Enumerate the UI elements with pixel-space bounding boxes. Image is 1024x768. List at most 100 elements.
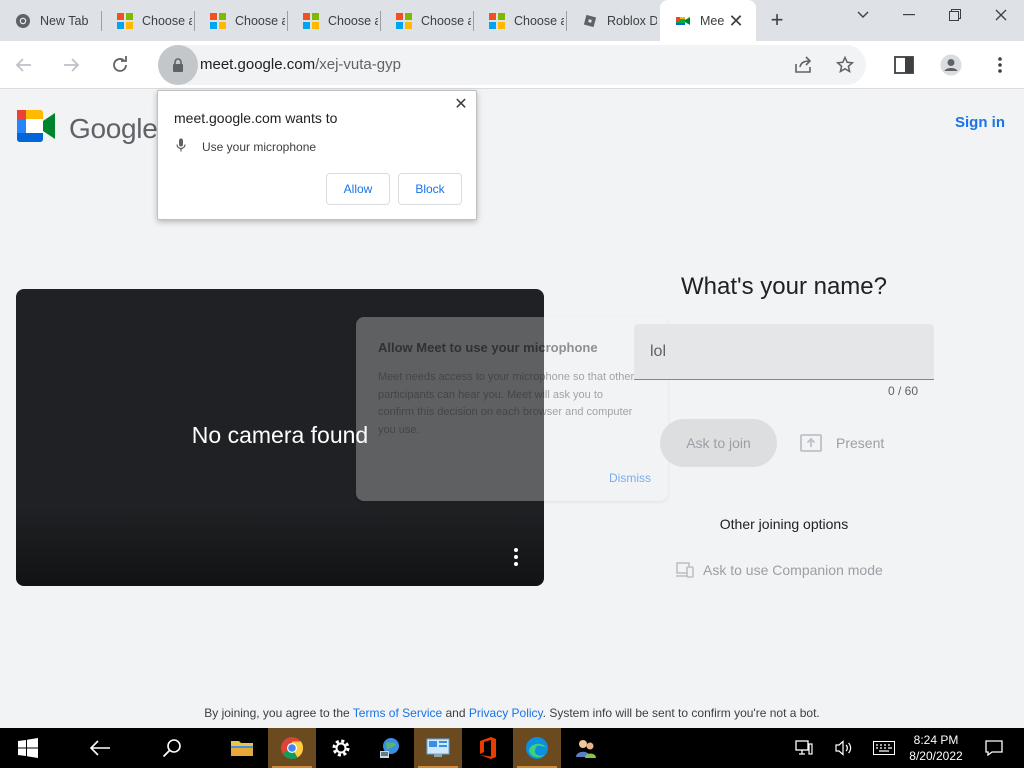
tab-roblox[interactable]: Roblox Du	[567, 0, 660, 41]
microsoft-icon	[396, 12, 412, 29]
present-icon	[800, 434, 822, 452]
tab-label: Choose a	[514, 13, 564, 28]
close-popup-icon[interactable]: ✕	[454, 97, 468, 113]
users-icon[interactable]	[562, 728, 610, 768]
tab-choose-4[interactable]: Choose a	[381, 0, 474, 41]
tab-new-tab[interactable]: New Tab	[0, 0, 102, 41]
google-meet-icon	[675, 13, 691, 29]
file-explorer-icon[interactable]	[218, 728, 266, 768]
name-heading: What's your name?	[680, 273, 887, 300]
name-char-counter: 0 / 60	[887, 384, 918, 398]
side-panel-icon[interactable]	[892, 53, 916, 77]
permission-request-label: Use your microphone	[202, 139, 317, 154]
ask-to-join-button[interactable]: Ask to join	[660, 419, 777, 467]
volume-icon[interactable]	[830, 728, 858, 768]
edge-icon[interactable]	[513, 728, 561, 768]
roblox-icon	[582, 13, 598, 29]
clock-date: 8/20/2022	[909, 749, 963, 763]
lock-icon[interactable]	[158, 45, 198, 85]
companion-mode-button[interactable]: Ask to use Companion mode	[676, 560, 883, 580]
back-button[interactable]	[12, 53, 36, 77]
microphone-help-dialog: Allow Meet to use your microphone Meet n…	[356, 317, 668, 501]
companion-label: Ask to use Companion mode	[703, 562, 883, 578]
url-text[interactable]: meet.google.com/xej-vuta-gyp	[200, 56, 401, 73]
url-host: meet.google.com	[200, 56, 316, 73]
google-wordmark: Google	[69, 112, 158, 144]
present-button[interactable]: Present	[800, 429, 884, 457]
chrome-menu-icon[interactable]	[988, 53, 1012, 77]
chrome-icon	[15, 13, 31, 29]
tab-search-icon[interactable]	[840, 0, 886, 30]
dialog-body: Meet needs access to your microphone so …	[378, 371, 635, 436]
network-icon[interactable]	[790, 728, 818, 768]
tab-choose-3[interactable]: Choose a	[288, 0, 381, 41]
allow-button[interactable]: Allow	[326, 173, 390, 205]
tab-choose-5[interactable]: Choose a	[474, 0, 567, 41]
dismiss-button[interactable]: Dismiss	[609, 471, 651, 485]
tab-label: Choose a	[142, 13, 192, 28]
present-label: Present	[836, 435, 885, 451]
address-bar[interactable]: meet.google.com/xej-vuta-gyp	[158, 45, 866, 85]
tab-label: Choose a	[421, 13, 471, 28]
footer-suffix: . System info will be sent to confirm yo…	[542, 706, 820, 720]
tab-label: Mee	[700, 13, 725, 28]
close-tab-icon[interactable]: ✕	[728, 12, 744, 30]
tab-choose-2[interactable]: Choose a	[195, 0, 288, 41]
new-tab-button[interactable]: +	[764, 9, 790, 33]
legal-footer: By joining, you agree to the Terms of Se…	[0, 706, 1024, 720]
meet-page: Google Sign in No camera found Allow Mee…	[0, 90, 1024, 728]
back-arrow-icon[interactable]	[76, 728, 124, 768]
browser-toolbar: meet.google.com/xej-vuta-gyp	[0, 41, 1024, 89]
microsoft-icon	[489, 12, 505, 29]
control-panel-icon[interactable]	[414, 728, 462, 768]
privacy-link[interactable]: Privacy Policy	[469, 706, 543, 720]
url-path: /xej-vuta-gyp	[315, 56, 401, 73]
chrome-taskbar-icon[interactable]	[268, 728, 316, 768]
tab-google-meet[interactable]: Mee ✕	[660, 0, 756, 41]
network-globe-icon[interactable]	[366, 728, 414, 768]
google-meet-logo[interactable]: Google	[17, 110, 158, 147]
taskbar-clock[interactable]: 8:24 PM 8/20/2022	[900, 732, 972, 764]
office-icon[interactable]	[464, 728, 512, 768]
search-icon[interactable]	[148, 728, 196, 768]
microsoft-icon	[303, 12, 319, 29]
settings-gear-icon[interactable]	[317, 728, 365, 768]
microphone-icon	[176, 138, 186, 155]
minimize-icon[interactable]	[886, 0, 932, 30]
tab-label: Roblox Du	[607, 13, 657, 28]
tab-label: Choose a	[235, 13, 285, 28]
sign-in-link[interactable]: Sign in	[955, 114, 1005, 131]
windows-start-icon[interactable]	[4, 728, 52, 768]
dialog-title: Allow Meet to use your microphone	[378, 340, 598, 355]
forward-button[interactable]	[59, 53, 83, 77]
permission-request: Use your microphone	[176, 138, 316, 155]
permission-popup: meet.google.com wants to ✕ Use your micr…	[157, 90, 477, 220]
companion-devices-icon	[676, 562, 694, 578]
reload-button[interactable]	[108, 53, 132, 77]
restore-icon[interactable]	[932, 0, 978, 30]
touch-keyboard-icon[interactable]	[870, 728, 898, 768]
tab-label: New Tab	[40, 13, 89, 28]
block-button[interactable]: Block	[398, 173, 462, 205]
more-options-icon[interactable]	[508, 545, 524, 569]
google-meet-icon	[17, 110, 55, 147]
tab-label: Choose a	[328, 13, 378, 28]
terms-link[interactable]: Terms of Service	[353, 706, 442, 720]
name-input-value: lol	[650, 343, 667, 360]
name-input[interactable]: lol	[634, 324, 934, 380]
share-icon[interactable]	[792, 53, 816, 77]
footer-and: and	[445, 706, 466, 720]
close-window-icon[interactable]	[978, 0, 1024, 30]
bookmark-star-icon[interactable]	[833, 53, 857, 77]
profile-avatar-icon[interactable]	[939, 53, 963, 77]
notifications-icon[interactable]	[980, 728, 1008, 768]
other-joining-options-heading: Other joining options	[719, 516, 849, 532]
tab-strip: New Tab Choose a Choose a Choose a Choos…	[0, 0, 1024, 41]
footer-prefix: By joining, you agree to the	[204, 706, 350, 720]
windows-taskbar: 8:24 PM 8/20/2022	[0, 728, 1024, 768]
permission-title: meet.google.com wants to	[174, 110, 338, 126]
microsoft-icon	[117, 12, 133, 29]
tab-choose-1[interactable]: Choose a	[102, 0, 195, 41]
clock-time: 8:24 PM	[913, 733, 959, 747]
microsoft-icon	[210, 12, 226, 29]
